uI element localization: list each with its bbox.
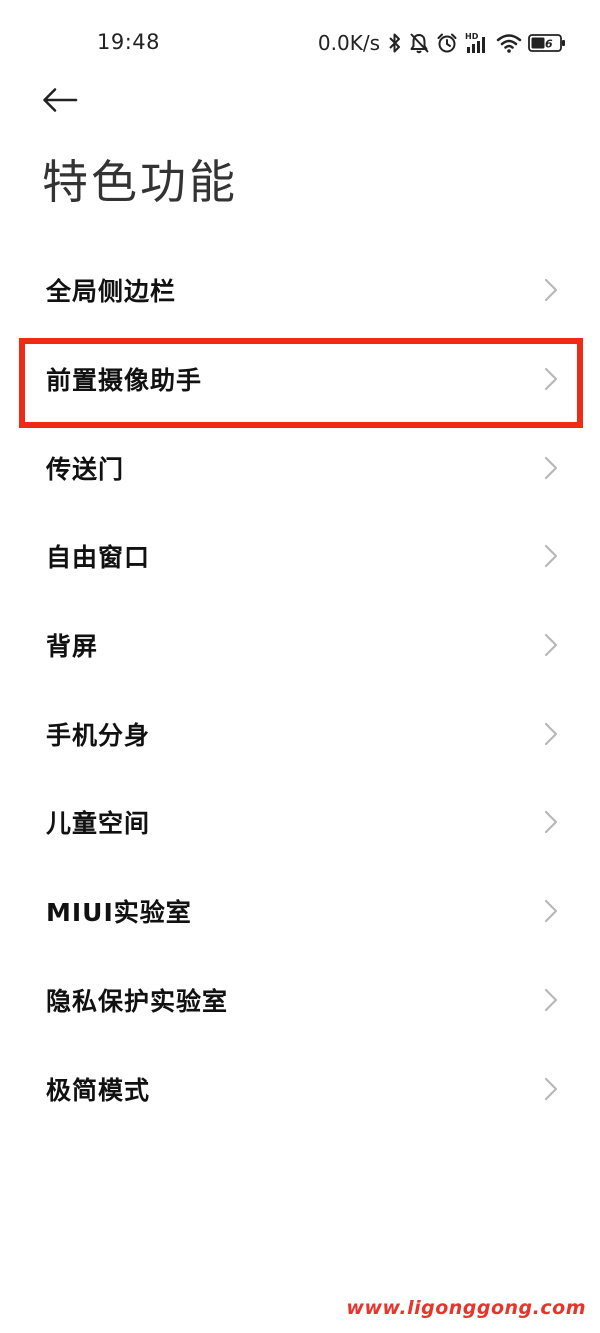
menu-item-label: MIUI实验室 (46, 898, 192, 928)
menu-item-label: 极简模式 (46, 1075, 151, 1105)
menu-item-label: 背屏 (46, 632, 99, 662)
menu-item-rear-screen[interactable]: 背屏 (0, 601, 600, 690)
menu-item-global-sidebar[interactable]: 全局侧边栏 (0, 246, 600, 335)
status-icons: 0.0K/s HD 46 (318, 30, 566, 56)
status-bar: 19:48 0.0K/s HD 46 (0, 0, 600, 84)
chevron-right-icon (544, 456, 558, 480)
chevron-right-icon (544, 278, 558, 302)
chevron-right-icon (544, 899, 558, 923)
menu-item-privacy-lab[interactable]: 隐私保护实验室 (0, 956, 600, 1045)
chevron-right-icon (544, 810, 558, 834)
menu-item-label: 隐私保护实验室 (46, 986, 229, 1016)
menu-item-dual-apps[interactable]: 手机分身 (0, 689, 600, 778)
menu-item-label: 自由窗口 (46, 543, 151, 573)
signal-icon: HD (464, 31, 490, 55)
mute-bell-icon (408, 32, 430, 54)
menu-item-kids-space[interactable]: 儿童空间 (0, 778, 600, 867)
back-button[interactable] (38, 82, 82, 122)
chevron-right-icon (544, 367, 558, 391)
watermark: www.ligonggong.com (346, 1297, 586, 1319)
bluetooth-icon (388, 32, 402, 54)
menu-item-portal[interactable]: 传送门 (0, 423, 600, 512)
menu-item-miui-lab[interactable]: MIUI实验室 (0, 867, 600, 956)
chevron-right-icon (544, 988, 558, 1012)
chevron-right-icon (544, 1077, 558, 1101)
chevron-right-icon (544, 722, 558, 746)
menu-item-label: 儿童空间 (46, 809, 151, 839)
network-speed: 0.0K/s (317, 31, 380, 55)
page-title: 特色功能 (42, 155, 238, 209)
wifi-icon (496, 32, 522, 54)
menu-item-label: 全局侧边栏 (46, 277, 177, 307)
chevron-right-icon (544, 633, 558, 657)
menu-item-front-camera-assistant[interactable]: 前置摄像助手 (0, 335, 600, 424)
hd-label: HD (465, 32, 479, 41)
status-time: 19:48 (97, 30, 161, 54)
battery-level: 46 (536, 38, 553, 51)
feature-menu-list: 全局侧边栏 前置摄像助手 传送门 自由窗口 背屏 手机分身 儿童空间 MIUI实… (0, 246, 600, 1133)
menu-item-free-window[interactable]: 自由窗口 (0, 512, 600, 601)
alarm-icon (436, 32, 458, 54)
arrow-left-icon (42, 87, 78, 117)
menu-item-minimal-mode[interactable]: 极简模式 (0, 1044, 600, 1133)
battery-icon: 46 (528, 33, 566, 53)
menu-item-label: 传送门 (46, 454, 125, 484)
chevron-right-icon (544, 544, 558, 568)
menu-item-label: 前置摄像助手 (46, 366, 203, 396)
menu-item-label: 手机分身 (46, 720, 151, 750)
